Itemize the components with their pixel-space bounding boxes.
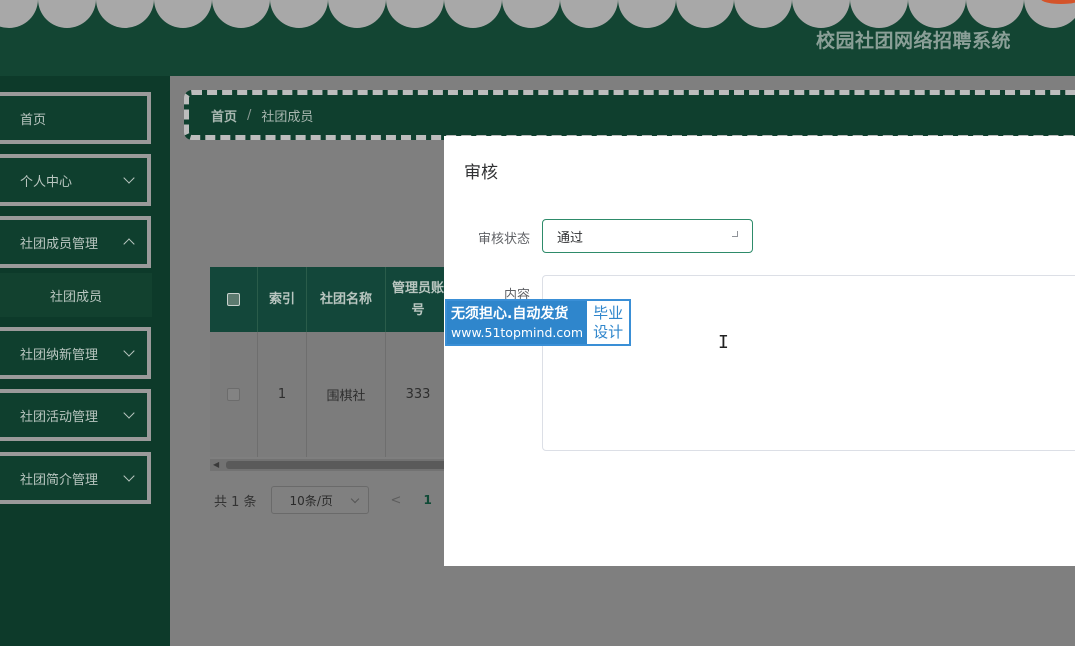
- table-header: 索引 社团名称 管理员账号: [210, 267, 450, 332]
- top-header: 校园社团网络招聘系统: [0, 0, 1075, 76]
- page-size-select[interactable]: 10条/页: [270, 486, 369, 514]
- breadcrumb-current: 社团成员: [261, 109, 314, 125]
- text-cursor-icon: I: [718, 332, 729, 353]
- select-all-checkbox[interactable]: [227, 293, 240, 306]
- sidebar-item-label: 个人中心: [20, 174, 73, 190]
- table-row: 1 围棋社 333: [210, 332, 450, 457]
- review-status-value: 通过: [557, 230, 584, 246]
- sidebar-subitem-members[interactable]: 社团成员: [0, 273, 152, 317]
- chevron-down-icon: [123, 345, 135, 357]
- sidebar: 首页 个人中心 社团成员管理 社团成员 社团纳新管理 社团活动管理 社团简介管理: [0, 76, 170, 646]
- watermark-url: www.51topmind.com: [451, 324, 584, 340]
- sidebar-item-intro-management[interactable]: 社团简介管理: [0, 452, 151, 504]
- sidebar-item-activity-management[interactable]: 社团活动管理: [0, 389, 151, 441]
- scrollbar-thumb[interactable]: [226, 461, 450, 469]
- column-header-name: 社团名称: [307, 267, 386, 332]
- watermark-banner: 无须担心.自动发货 www.51topmind.com 毕业 设计: [445, 299, 632, 346]
- review-dialog: 审核 审核状态 通过 内容 I: [444, 136, 1075, 566]
- sidebar-item-recruitment-management[interactable]: 社团纳新管理: [0, 327, 151, 379]
- sidebar-item-label: 首页: [20, 112, 47, 128]
- sidebar-item-label: 社团活动管理: [20, 409, 99, 425]
- sidebar-item-label: 社团简介管理: [20, 472, 99, 488]
- row-select-cell: [210, 332, 258, 457]
- chevron-down-icon: [123, 470, 135, 482]
- sidebar-item-member-management[interactable]: 社团成员管理: [0, 216, 151, 268]
- breadcrumb-home[interactable]: 首页: [211, 106, 237, 125]
- chevron-up-icon: [123, 238, 135, 250]
- chevron-down-icon: [350, 494, 359, 504]
- cell-account: 333: [405, 387, 431, 402]
- sidebar-item-home[interactable]: 首页: [0, 92, 151, 144]
- row-checkbox[interactable]: [227, 388, 240, 401]
- chevron-down-icon: [123, 407, 135, 419]
- cell-index: 1: [258, 332, 307, 457]
- watermark-slogan: 无须担心.自动发货: [451, 305, 569, 322]
- sidebar-subitem-label: 社团成员: [49, 289, 102, 305]
- page-size-value: 10条/页: [289, 493, 333, 508]
- status-label: 审核状态: [477, 232, 530, 247]
- select-arrow-icon: [732, 231, 738, 237]
- scroll-left-icon[interactable]: ◀: [213, 460, 219, 469]
- watermark-right: 毕业 设计: [587, 301, 629, 344]
- column-header-account: 管理员账号: [391, 280, 444, 318]
- breadcrumb-separator: /: [247, 107, 252, 123]
- sidebar-item-label: 社团纳新管理: [20, 347, 99, 363]
- watermark-text-2: 设计: [593, 322, 624, 341]
- watermark-text-1: 毕业: [593, 303, 624, 322]
- sidebar-item-personal-center[interactable]: 个人中心: [0, 154, 151, 206]
- column-header-index: 索引: [258, 267, 307, 332]
- select-all-cell: [210, 267, 258, 332]
- prev-page-button[interactable]: <: [391, 493, 402, 508]
- pagination: 共 1 条 10条/页 < 1: [214, 486, 432, 514]
- breadcrumb: 首页 / 社团成员: [184, 90, 1075, 140]
- pagination-total: 共 1 条: [214, 494, 257, 510]
- page-number-current[interactable]: 1: [423, 493, 431, 507]
- dialog-title: 审核: [464, 163, 498, 183]
- watermark-left: 无须担心.自动发货 www.51topmind.com: [447, 301, 588, 344]
- chevron-down-icon: [123, 172, 135, 184]
- table-horizontal-scrollbar[interactable]: ◀: [210, 459, 450, 471]
- sidebar-item-label: 社团成员管理: [20, 236, 99, 252]
- app-title: 校园社团网络招聘系统: [815, 30, 1011, 52]
- review-status-select[interactable]: 通过: [542, 219, 753, 253]
- cell-name: 围棋社: [307, 332, 386, 457]
